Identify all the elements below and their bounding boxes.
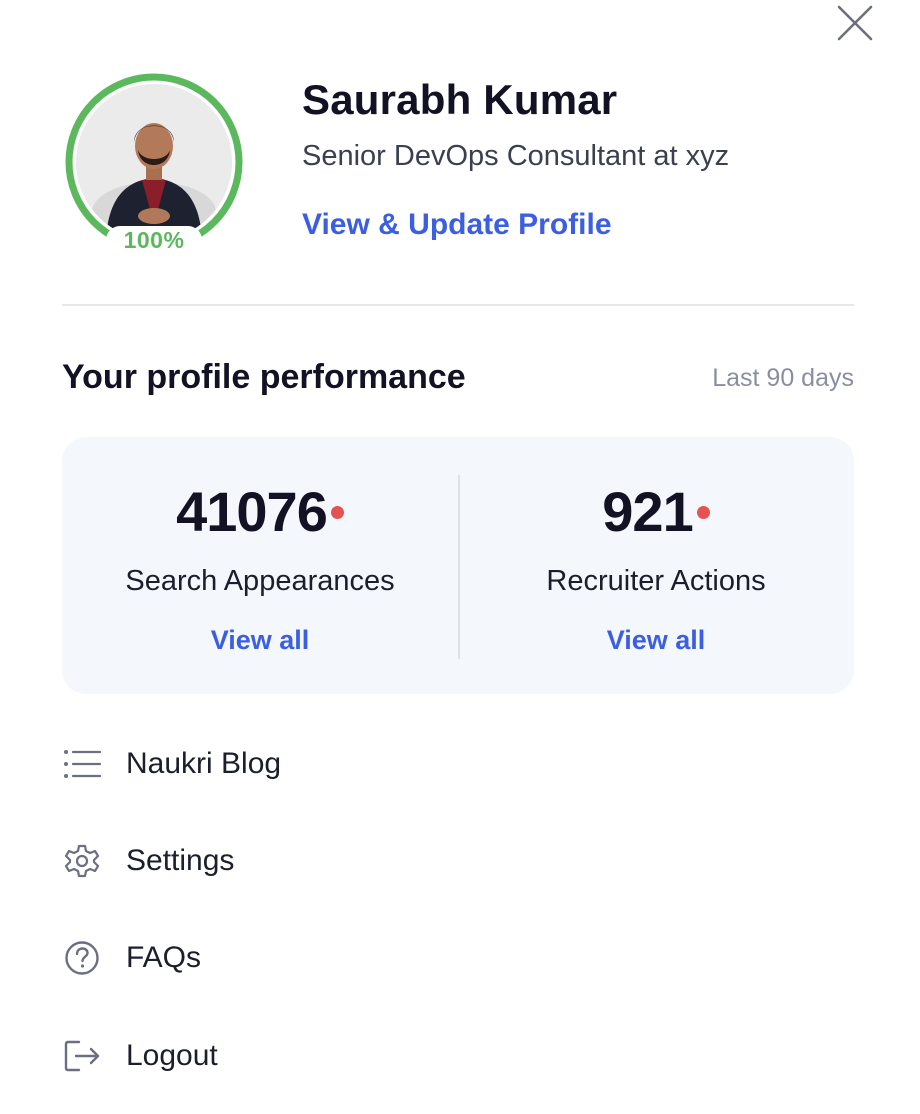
stat-label: Recruiter Actions xyxy=(546,565,766,597)
close-button[interactable] xyxy=(836,4,874,42)
menu-item-label: Settings xyxy=(126,844,235,877)
close-icon xyxy=(837,5,873,41)
menu-item-settings[interactable]: Settings xyxy=(62,829,462,893)
profile-name: Saurabh Kumar xyxy=(302,76,618,123)
view-update-profile-link[interactable]: View & Update Profile xyxy=(302,208,612,242)
stat-label: Search Appearances xyxy=(125,565,395,597)
recruiter-actions-view-all-link[interactable]: View all xyxy=(458,625,854,656)
search-appearances-view-all-link[interactable]: View all xyxy=(62,625,458,656)
stat-number: 41076 xyxy=(176,480,328,543)
menu-item-naukri-blog[interactable]: Naukri Blog xyxy=(62,732,462,796)
stat-search-appearances: 41076 Search Appearances View all xyxy=(62,437,458,694)
menu-item-faqs[interactable]: FAQs xyxy=(62,926,462,990)
avatar[interactable]: 100% xyxy=(62,70,246,254)
menu-item-label: FAQs xyxy=(126,941,202,974)
stat-recruiter-actions: 921 Recruiter Actions View all xyxy=(458,437,854,694)
new-indicator-dot xyxy=(330,505,344,519)
gear-icon xyxy=(62,841,102,881)
question-circle-icon xyxy=(62,938,102,978)
performance-card: 41076 Search Appearances View all 921 Re… xyxy=(62,437,854,694)
profile-designation: Senior DevOps Consultant at xyz xyxy=(302,140,730,172)
performance-range: Last 90 days xyxy=(712,364,854,392)
logout-icon xyxy=(62,1036,102,1076)
stat-number: 921 xyxy=(602,480,693,543)
completion-badge: 100% xyxy=(106,226,202,254)
menu-item-logout[interactable]: Logout xyxy=(62,1024,462,1088)
divider xyxy=(62,304,854,306)
stat-value[interactable]: 921 xyxy=(458,479,854,544)
new-indicator-dot xyxy=(696,505,710,519)
list-icon xyxy=(62,744,102,784)
menu-item-label: Naukri Blog xyxy=(126,747,282,780)
stat-value[interactable]: 41076 xyxy=(62,479,458,544)
menu-item-label: Logout xyxy=(126,1039,218,1072)
performance-title: Your profile performance xyxy=(62,358,466,396)
profile-header: 100% Saurabh Kumar Senior DevOps Consult… xyxy=(62,70,862,270)
